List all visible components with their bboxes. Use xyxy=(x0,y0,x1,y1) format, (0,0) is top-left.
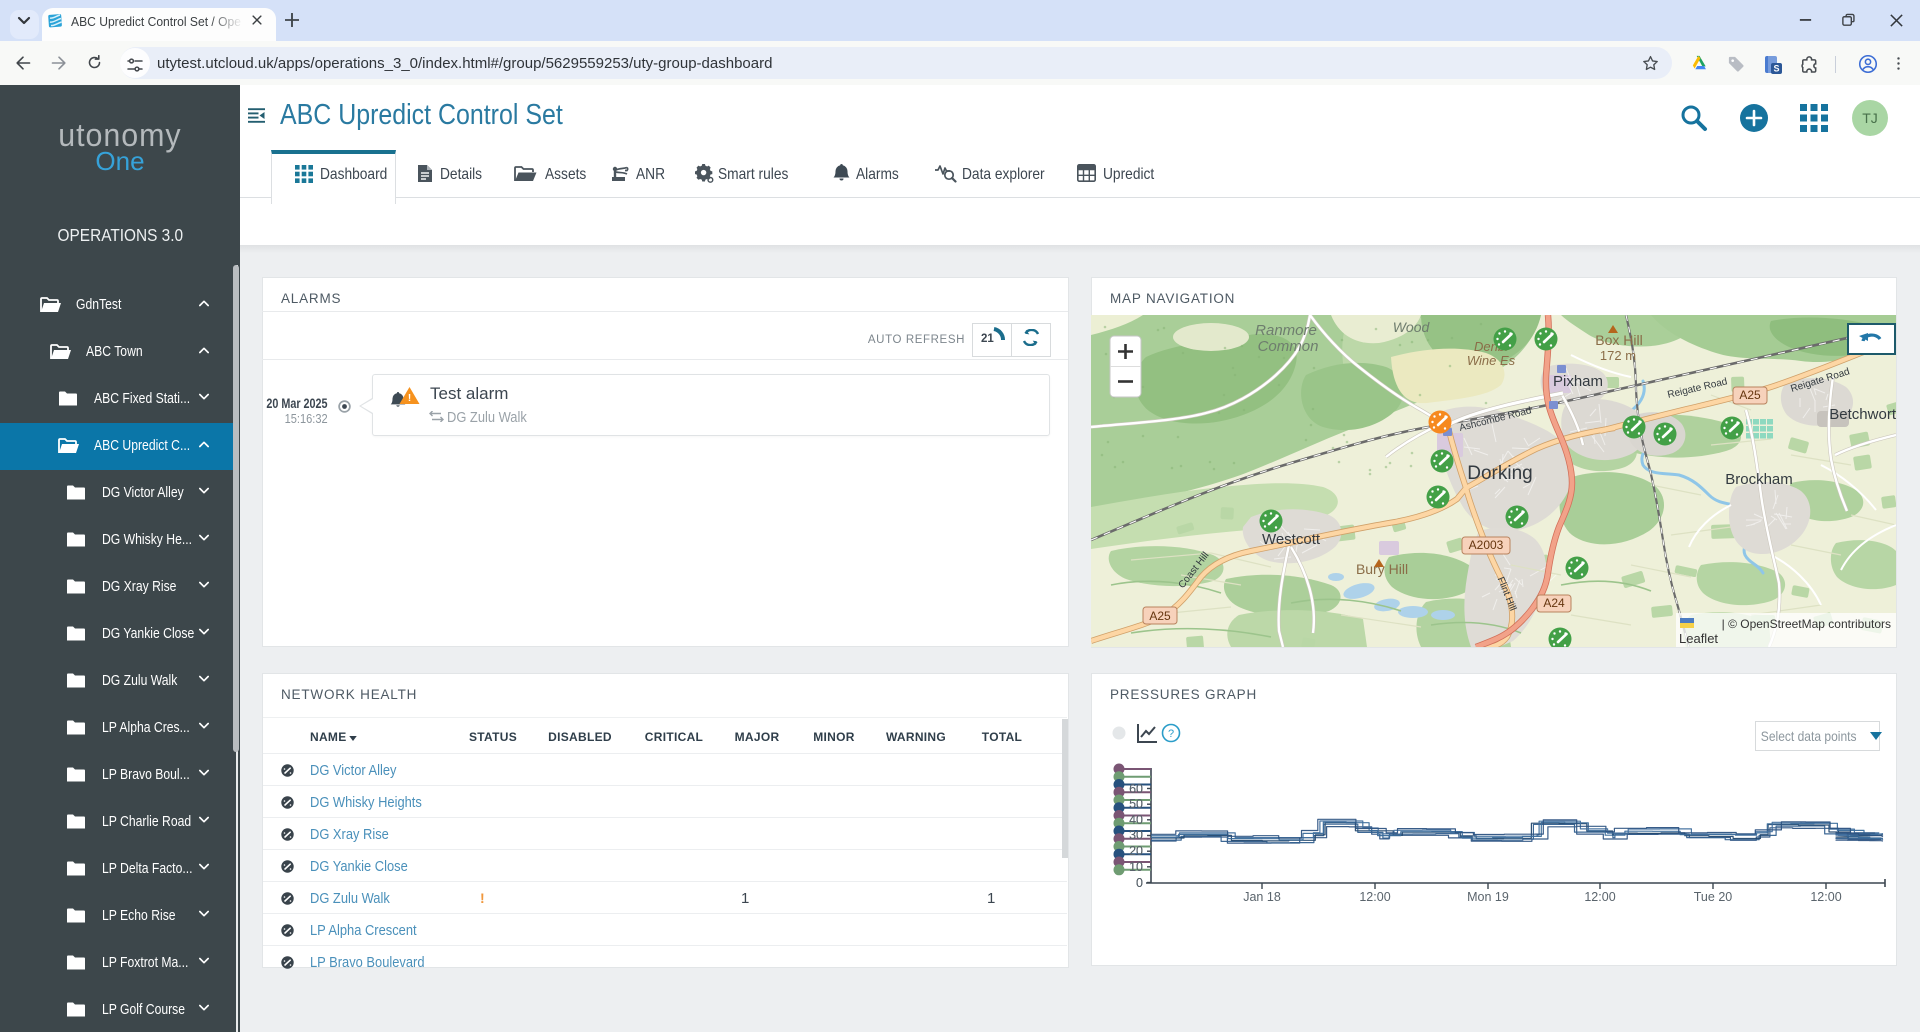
svg-text:!: ! xyxy=(408,393,411,404)
svg-text:?: ? xyxy=(1168,728,1174,740)
svg-text:20: 20 xyxy=(1129,844,1143,858)
svg-text:Dorking: Dorking xyxy=(1467,463,1532,484)
svg-text:60: 60 xyxy=(1129,782,1143,796)
svg-text:30: 30 xyxy=(1129,828,1143,842)
svg-text:Betchwort: Betchwort xyxy=(1829,406,1896,423)
svg-text:Bury Hill: Bury Hill xyxy=(1356,561,1408,577)
svg-text:Westcott: Westcott xyxy=(1262,531,1321,548)
svg-text:Mon 19: Mon 19 xyxy=(1467,890,1509,904)
svg-text:Wine Es: Wine Es xyxy=(1467,353,1516,368)
svg-text:A2003: A2003 xyxy=(1469,538,1504,552)
svg-text:12:00: 12:00 xyxy=(1584,890,1615,904)
svg-text:A24: A24 xyxy=(1543,596,1565,610)
svg-text:A25: A25 xyxy=(1149,609,1171,623)
svg-text:| © OpenStreetMap contribut: | © OpenStreetMap contributors xyxy=(1722,617,1891,631)
svg-text:Brockham: Brockham xyxy=(1725,471,1793,488)
svg-text:Tue 20: Tue 20 xyxy=(1694,890,1733,904)
svg-text:Jan 18: Jan 18 xyxy=(1243,890,1281,904)
svg-text:Pixham: Pixham xyxy=(1553,373,1603,390)
svg-text:Ranmore: Ranmore xyxy=(1255,322,1317,339)
svg-text:Wood: Wood xyxy=(1393,319,1431,335)
svg-text:12:00: 12:00 xyxy=(1810,890,1841,904)
svg-text:S: S xyxy=(1773,64,1779,74)
svg-text:Common: Common xyxy=(1258,338,1319,355)
svg-text:Leaflet: Leaflet xyxy=(1679,631,1718,646)
svg-text:Box Hill: Box Hill xyxy=(1595,332,1642,348)
svg-text:A25: A25 xyxy=(1739,388,1761,402)
svg-text:0: 0 xyxy=(1136,876,1143,890)
svg-text:10: 10 xyxy=(1129,860,1143,874)
svg-text:50: 50 xyxy=(1129,797,1143,811)
svg-text:40: 40 xyxy=(1129,813,1143,827)
svg-text:172 m: 172 m xyxy=(1600,348,1636,363)
svg-text:12:00: 12:00 xyxy=(1359,890,1390,904)
